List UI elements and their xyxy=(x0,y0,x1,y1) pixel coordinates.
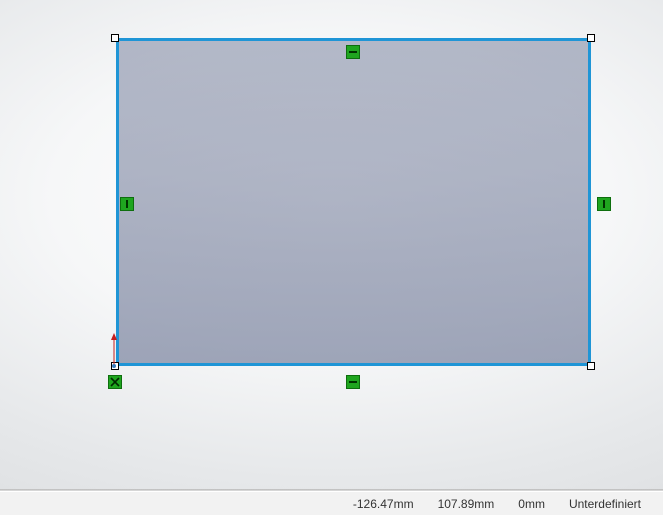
relation-horizontal-bottom[interactable] xyxy=(346,375,360,389)
sketch-rectangle[interactable] xyxy=(116,38,591,366)
status-bar: -126.47mm 107.89mm 0mm Unterdefiniert xyxy=(0,491,663,515)
status-coord-x: -126.47mm xyxy=(341,497,426,511)
sketch-viewport[interactable] xyxy=(0,0,663,489)
status-coord-z: 0mm xyxy=(506,497,557,511)
relation-horizontal-top[interactable] xyxy=(346,45,360,59)
relation-vertical-left[interactable] xyxy=(120,197,134,211)
endpoint-top-left[interactable] xyxy=(111,34,119,42)
endpoint-top-right[interactable] xyxy=(587,34,595,42)
status-coord-y: 107.89mm xyxy=(426,497,507,511)
endpoint-bottom-right[interactable] xyxy=(587,362,595,370)
anchor-icon xyxy=(110,377,120,387)
status-definition-state: Unterdefiniert xyxy=(557,497,653,511)
relation-fixed-origin[interactable] xyxy=(108,375,122,389)
relation-vertical-right[interactable] xyxy=(597,197,611,211)
endpoint-bottom-left[interactable] xyxy=(111,362,119,370)
